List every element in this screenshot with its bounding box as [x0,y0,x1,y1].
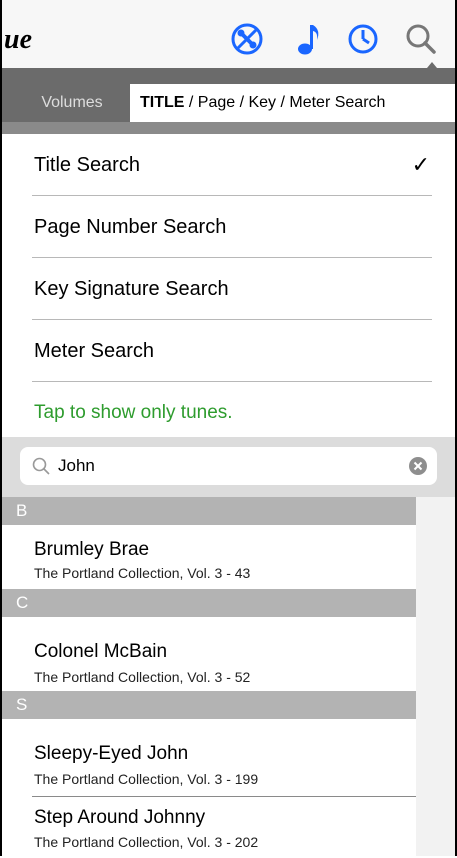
search-field[interactable] [20,447,437,485]
checkmark-icon: ✓ [411,152,430,177]
app-title-fragment: ue [4,24,32,55]
section-index[interactable] [416,497,455,856]
option-label: Page Number Search [34,215,227,238]
popover-arrow-icon [422,62,442,74]
tab-volumes[interactable]: Volumes [16,84,128,122]
list-item[interactable]: Colonel McBain The Portland Collection, … [2,617,416,691]
tab-title-search[interactable]: TITLE / Page / Key / Meter Search [130,84,455,122]
list-item[interactable]: Sleepy-Eyed John The Portland Collection… [2,719,416,797]
search-icon[interactable] [402,20,440,58]
tune-title: Colonel McBain [34,641,168,662]
hint-text[interactable]: Tap to show only tunes. [34,402,233,424]
tune-subtitle: The Portland Collection, Vol. 3 - 43 [34,565,251,581]
tune-subtitle: The Portland Collection, Vol. 3 - 202 [34,834,259,850]
list-item[interactable]: Step Around Johnny The Portland Collecti… [2,797,416,856]
option-label: Meter Search [34,339,155,362]
section-header-c: C [2,589,416,617]
search-input[interactable] [58,447,398,485]
tune-title: Sleepy-Eyed John [34,743,189,764]
clear-icon[interactable] [409,457,427,475]
wrench-cross-icon[interactable] [228,20,266,58]
tune-subtitle: The Portland Collection, Vol. 3 - 199 [34,771,259,787]
clock-icon[interactable] [344,20,382,58]
divider [32,381,432,382]
tune-title: Step Around Johnny [34,807,206,828]
list-item[interactable]: Brumley Brae The Portland Collection, Vo… [2,525,416,589]
magnifier-icon [32,457,50,475]
option-label: Title Search [34,153,140,176]
search-mode-list: Title Search ✓ Page Number Search Key Si… [2,134,455,382]
tab-title-search-bold: TITLE [140,94,185,111]
navigation-bar: ue [2,0,455,78]
option-label: Key Signature Search [34,277,229,300]
tune-subtitle: The Portland Collection, Vol. 3 - 52 [34,669,251,685]
music-note-icon[interactable] [290,20,328,58]
app-window: ue Volumes TITLE / Page / Key / Meter Se… [0,0,457,856]
tab-title-search-rest: / Page / Key / Meter Search [184,94,386,111]
option-title-search[interactable]: Title Search ✓ [2,134,455,196]
option-page-number-search[interactable]: Page Number Search [2,196,455,258]
search-bar [2,437,455,497]
section-header-b: B [2,497,416,525]
option-key-signature-search[interactable]: Key Signature Search [2,258,455,320]
option-meter-search[interactable]: Meter Search [2,320,455,382]
section-header-s: S [2,691,416,719]
tune-title: Brumley Brae [34,539,150,560]
popover-top-band [2,68,455,80]
popover-divider-band [2,122,455,134]
